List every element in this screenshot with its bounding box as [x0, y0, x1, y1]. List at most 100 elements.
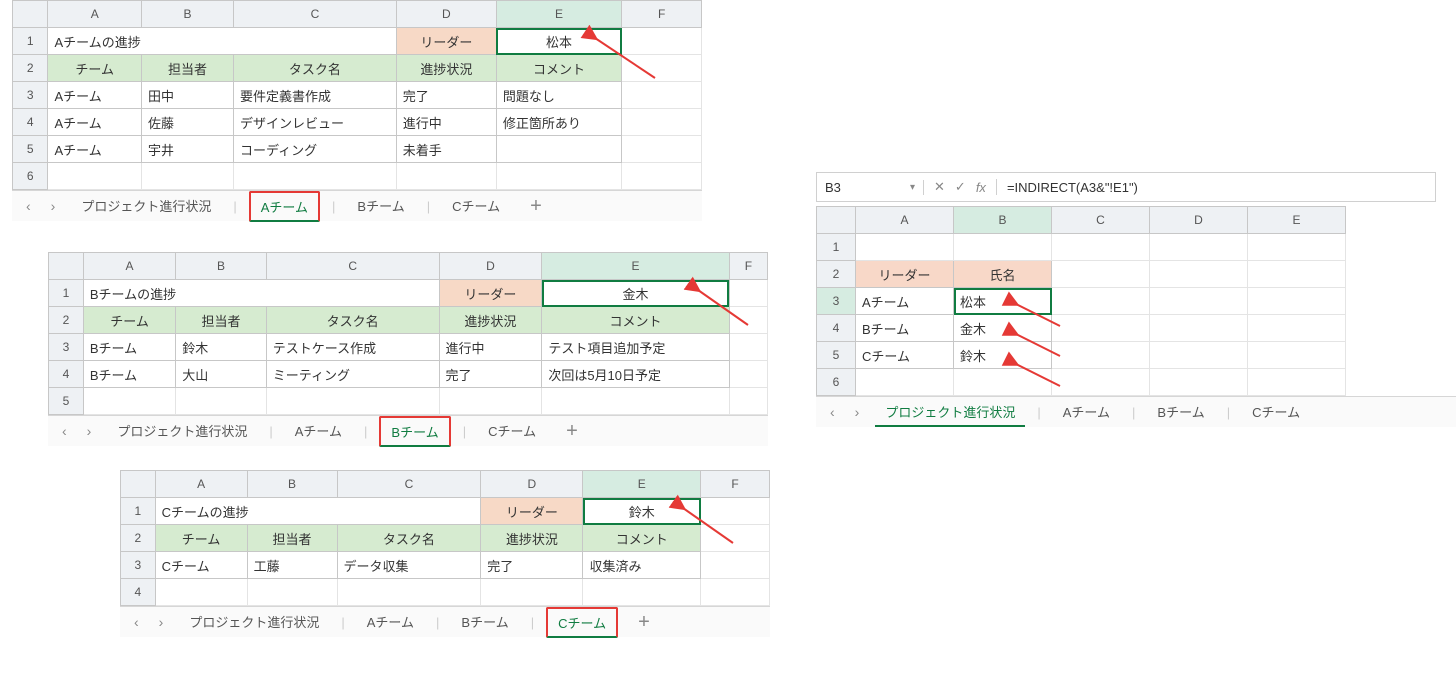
cell[interactable] [954, 369, 1052, 396]
cell[interactable]: テストケース作成 [266, 334, 439, 361]
col-comment-header[interactable]: コメント [542, 307, 729, 334]
cell[interactable] [1150, 288, 1248, 315]
col-person-header[interactable]: 担当者 [142, 55, 234, 82]
col-comment-header[interactable]: コメント [496, 55, 621, 82]
col-progress-header[interactable]: 進捗状況 [439, 307, 542, 334]
leader-label[interactable]: リーダー [439, 280, 542, 307]
cell[interactable]: 未着手 [396, 136, 496, 163]
cell[interactable] [234, 163, 397, 190]
cell[interactable]: 工藤 [247, 552, 337, 579]
tab-nav-prev-icon[interactable]: ‹ [22, 198, 35, 214]
cell[interactable]: Bチーム [856, 315, 954, 342]
cell[interactable]: デザインレビュー [234, 109, 397, 136]
cell[interactable] [83, 388, 175, 415]
col-header[interactable]: C [234, 1, 397, 28]
cell[interactable] [176, 388, 267, 415]
corner-cell[interactable] [49, 253, 84, 280]
cell[interactable] [856, 369, 954, 396]
tab-team-a[interactable]: Aチーム [249, 191, 320, 222]
col-header[interactable]: F [622, 1, 702, 28]
name-box-dropdown-icon[interactable]: ▾ [910, 182, 915, 193]
cell[interactable] [1150, 315, 1248, 342]
tab-team-b[interactable]: Bチーム [379, 416, 450, 447]
cell[interactable]: 要件定義書作成 [234, 82, 397, 109]
cell[interactable]: 完了 [481, 552, 583, 579]
col-progress-header[interactable]: 進捗状況 [481, 525, 583, 552]
cell[interactable] [622, 136, 702, 163]
cell[interactable]: Aチーム [48, 82, 142, 109]
add-sheet-button[interactable]: + [630, 611, 658, 634]
add-sheet-button[interactable]: + [558, 420, 586, 443]
cell[interactable] [1248, 288, 1346, 315]
cell[interactable]: 完了 [396, 82, 496, 109]
col-header[interactable]: D [1150, 207, 1248, 234]
row-header[interactable]: 5 [817, 342, 856, 369]
cell[interactable]: 鈴木 [954, 342, 1052, 369]
tab-summary[interactable]: プロジェクト進行状況 [71, 192, 221, 221]
col-header[interactable]: A [83, 253, 175, 280]
tab-team-c[interactable]: Cチーム [442, 192, 510, 221]
cell[interactable]: 鈴木 [176, 334, 267, 361]
cell[interactable] [701, 525, 770, 552]
cell[interactable] [1150, 342, 1248, 369]
col-header[interactable]: B [142, 1, 234, 28]
row-header[interactable]: 4 [13, 109, 48, 136]
col-person-header[interactable]: 担当者 [176, 307, 267, 334]
cell-selected[interactable]: 松本 [954, 288, 1052, 315]
cell[interactable] [701, 498, 770, 525]
tab-summary[interactable]: プロジェクト進行状況 [875, 398, 1025, 427]
cell[interactable] [622, 28, 702, 55]
row-header[interactable]: 4 [817, 315, 856, 342]
col-header[interactable]: D [439, 253, 542, 280]
row-header[interactable]: 1 [13, 28, 48, 55]
cell[interactable] [1150, 234, 1248, 261]
tab-team-b[interactable]: Bチーム [347, 192, 414, 221]
row-header[interactable]: 5 [13, 136, 48, 163]
tab-nav-next-icon[interactable]: › [47, 198, 60, 214]
col-header[interactable]: D [481, 471, 583, 498]
leader-name-cell[interactable]: 金木 [542, 280, 729, 307]
fx-icon[interactable]: fx [976, 180, 986, 195]
row-header[interactable]: 3 [817, 288, 856, 315]
cell[interactable] [481, 579, 583, 606]
cell[interactable] [1248, 315, 1346, 342]
col-header[interactable]: E [583, 471, 701, 498]
col-team-header[interactable]: チーム [48, 55, 142, 82]
row-header[interactable]: 1 [121, 498, 156, 525]
col-header[interactable]: B [247, 471, 337, 498]
col-header[interactable]: B [954, 207, 1052, 234]
tab-nav-next-icon[interactable]: › [155, 614, 168, 630]
leader-name-cell[interactable]: 松本 [496, 28, 621, 55]
sheet-b-grid[interactable]: A B C D E F 1 Bチームの進捗 リーダー 金木 2 チーム 担当者 … [48, 252, 768, 415]
row-header[interactable]: 1 [49, 280, 84, 307]
cell[interactable]: 佐藤 [142, 109, 234, 136]
cell[interactable] [396, 163, 496, 190]
cell[interactable] [496, 136, 621, 163]
cell[interactable] [729, 307, 767, 334]
cell[interactable] [1052, 288, 1150, 315]
cell[interactable]: ミーティング [266, 361, 439, 388]
cell[interactable] [1150, 369, 1248, 396]
leader-col-header[interactable]: リーダー [856, 261, 954, 288]
cancel-icon[interactable]: ✕ [934, 179, 945, 195]
cell[interactable] [337, 579, 481, 606]
name-col-header[interactable]: 氏名 [954, 261, 1052, 288]
cell[interactable]: 問題なし [496, 82, 621, 109]
cell[interactable] [1248, 369, 1346, 396]
leader-name-cell[interactable]: 鈴木 [583, 498, 701, 525]
tab-team-c[interactable]: Cチーム [478, 417, 546, 446]
row-header[interactable]: 5 [49, 388, 84, 415]
cell[interactable] [622, 82, 702, 109]
tab-team-c[interactable]: Cチーム [546, 607, 618, 638]
cell[interactable] [542, 388, 729, 415]
cell[interactable]: 修正箇所あり [496, 109, 621, 136]
col-header[interactable]: A [155, 471, 247, 498]
cell[interactable] [622, 163, 702, 190]
cell[interactable] [1052, 234, 1150, 261]
col-team-header[interactable]: チーム [83, 307, 175, 334]
tab-team-c[interactable]: Cチーム [1242, 398, 1310, 427]
name-box[interactable]: B3 ▾ [817, 180, 924, 195]
cell[interactable] [729, 388, 767, 415]
sheet-c-grid[interactable]: A B C D E F 1 Cチームの進捗 リーダー 鈴木 2 チーム 担当者 … [120, 470, 770, 606]
row-header[interactable]: 2 [817, 261, 856, 288]
